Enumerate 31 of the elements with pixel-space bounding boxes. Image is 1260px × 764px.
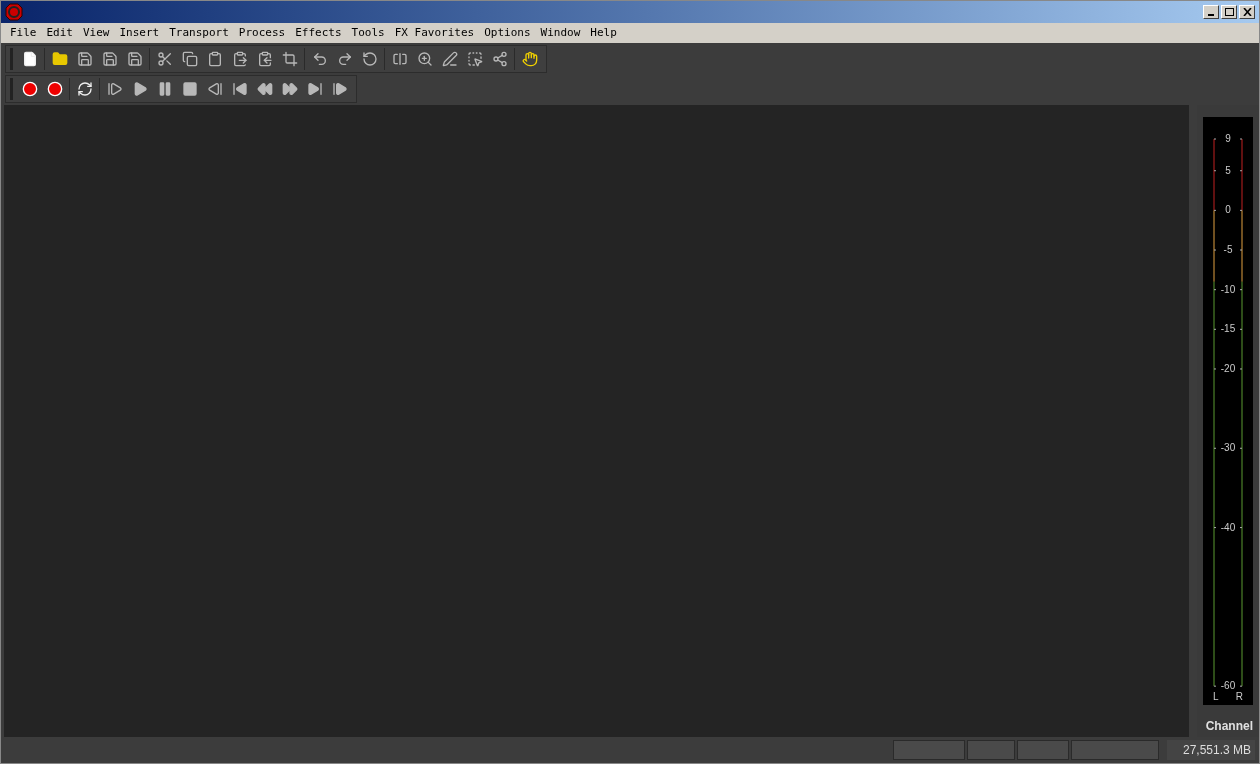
meter-scale-label: -10: [1216, 283, 1240, 296]
menu-item[interactable]: Effects: [290, 24, 347, 42]
maximize-icon: [1224, 8, 1234, 16]
menu-item[interactable]: View: [78, 24, 115, 42]
menu-item[interactable]: Transport: [164, 24, 234, 42]
menu-item[interactable]: Tools: [346, 24, 390, 42]
status-pane: [967, 740, 1015, 760]
status-pane: [1017, 740, 1069, 760]
meter-scale-label: 5: [1216, 164, 1240, 177]
menu-item[interactable]: FX Favorites: [389, 24, 480, 42]
meter-scale-label: 9: [1216, 133, 1240, 145]
menu-item[interactable]: File: [5, 24, 42, 42]
menu-item[interactable]: Insert: [114, 24, 165, 42]
close-button[interactable]: [1239, 5, 1255, 19]
memory-readout: 27,551.3 MB: [1167, 740, 1255, 760]
menu-item[interactable]: Edit: [41, 24, 78, 42]
menu-item[interactable]: Process: [233, 24, 291, 42]
meter-scale-label: -20: [1216, 362, 1240, 375]
menu-item[interactable]: Window: [535, 24, 586, 42]
minimize-button[interactable]: [1203, 5, 1219, 19]
meter-title: Channel: [1205, 718, 1253, 735]
meter-scale-label: -40: [1216, 521, 1240, 534]
menu-item[interactable]: Options: [479, 24, 536, 42]
menu-item[interactable]: Help: [585, 24, 622, 42]
maximize-button[interactable]: [1221, 5, 1237, 19]
status-pane: [893, 740, 965, 760]
meter-scale-label: -5: [1216, 244, 1240, 256]
channel-label: L: [1213, 691, 1219, 703]
app-logo-icon: [5, 3, 23, 21]
close-icon: [1242, 8, 1252, 16]
channel-label: R: [1235, 691, 1243, 703]
